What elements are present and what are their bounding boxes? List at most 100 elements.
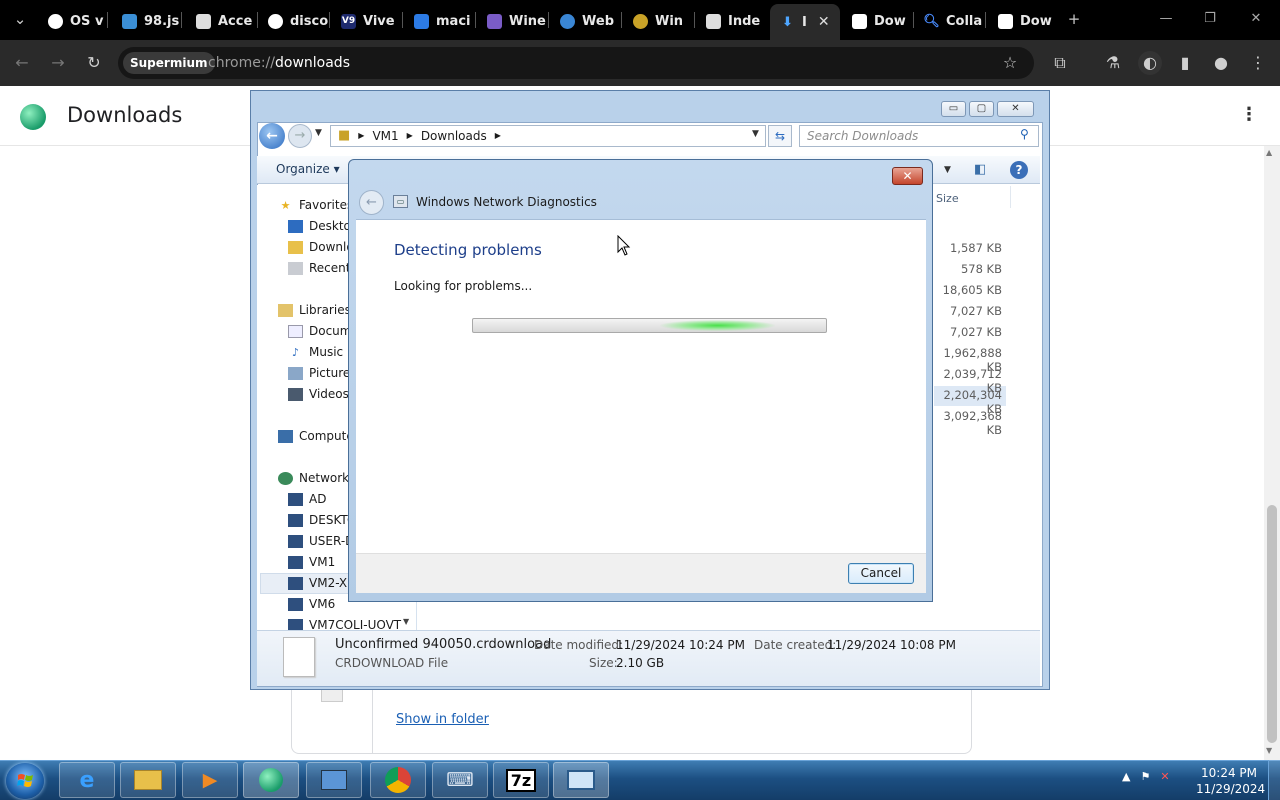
tab-search-button[interactable]: ⌄ [8,6,32,32]
downloads-folder-icon [288,240,303,254]
tab-9[interactable]: Inde [706,8,768,34]
taskbar-remote-desktop[interactable] [553,762,609,798]
tab-3[interactable]: disco [268,8,330,34]
taskbar-7zip[interactable]: 7z [493,762,549,798]
tab-12[interactable]: 🔍︎ Colla [924,8,986,34]
nav-recent[interactable]: Recent [288,261,350,275]
show-desktop-button[interactable] [1268,760,1280,800]
preview-pane-icon[interactable]: ◧ [974,162,986,177]
explorer-back-button[interactable]: ← [259,123,285,149]
taskbar-media-player[interactable]: ▶ [182,762,238,798]
column-header-size[interactable]: Size [936,192,959,205]
explorer-search-input[interactable]: Search Downloads [799,125,1039,147]
address-dropdown-icon[interactable]: ▼ [752,129,759,139]
nav-network[interactable]: Network [278,471,349,485]
breadcrumb-vm1[interactable]: VM1 [372,129,398,143]
cancel-button[interactable]: Cancel [848,563,914,584]
taskbar-control-panel[interactable] [306,762,362,798]
explorer-forward-button[interactable]: → [288,124,312,148]
organize-menu[interactable]: Organize ▾ [276,162,340,176]
action-center-icon[interactable]: ⚑ [1140,770,1150,783]
tab-7[interactable]: Web [560,8,622,34]
show-in-folder-link[interactable]: Show in folder [396,712,489,727]
nav-network-item[interactable]: AD [288,492,326,506]
supermium-icon [259,768,283,792]
page-menu-icon[interactable]: ⋮ [1240,104,1258,125]
profile-extension-icon[interactable]: ◐ [1138,51,1162,75]
nav-favorites[interactable]: ★ Favorites [278,198,354,212]
menu-kebab-icon[interactable]: ⋮ [1246,51,1270,75]
explorer-minimize-button[interactable]: ▭ [941,101,966,117]
help-icon[interactable]: ? [1010,161,1028,179]
explorer-close-button[interactable]: ✕ [997,101,1034,117]
github-icon [48,13,63,29]
documents-icon [288,324,303,338]
extensions-icon[interactable]: ⧉ [1048,51,1072,75]
scroll-down-icon[interactable]: ▼ [1266,746,1272,755]
restore-button[interactable]: ❐ [1190,6,1230,32]
dialog-back-button[interactable]: ← [359,190,384,215]
downloads-logo-icon [20,104,46,130]
nav-network-item[interactable]: USER-D [288,534,354,548]
nav-pictures[interactable]: Pictures [288,366,357,380]
nav-documents[interactable]: Docum [288,324,351,338]
tab-close-icon[interactable]: ✕ [818,14,830,30]
tab-downloads-active[interactable]: ⬇ I ✕ [770,4,840,40]
dialog-status-text: Looking for problems... [394,279,533,293]
nav-network-item[interactable]: DESKTC [288,513,355,527]
scroll-up-icon[interactable]: ▲ [1266,148,1272,157]
explorer-refresh-button[interactable]: ⇆ [768,125,792,147]
dialog-close-button[interactable]: ✕ [892,167,923,185]
mouse-cursor-icon [617,235,631,256]
nav-network-item[interactable]: VM2-XF [288,576,354,590]
recent-pages-dropdown-icon[interactable]: ▼ [315,128,322,138]
reload-button[interactable]: ↻ [82,51,106,75]
details-modified-label: Date modified: [534,638,624,652]
scrollbar-thumb[interactable] [1267,505,1277,743]
close-window-button[interactable]: ✕ [1236,6,1276,32]
account-icon[interactable]: ● [1209,51,1233,75]
views-dropdown-icon[interactable]: ▼ [944,165,951,175]
nav-computer[interactable]: Compute [278,429,354,443]
side-panel-icon[interactable]: ▮ [1173,51,1197,75]
nav-scroll-down-icon[interactable]: ▼ [403,617,409,626]
breadcrumb-downloads[interactable]: Downloads [421,129,487,143]
tab-0[interactable]: OS v [48,8,108,34]
tray-expand-icon[interactable]: ▲ [1122,770,1130,783]
tab-11[interactable]: Dow [852,8,914,34]
tab-2[interactable]: Acce [196,8,258,34]
tab-5[interactable]: maci [414,8,476,34]
url-text[interactable]: chrome://downloads [208,55,350,71]
nav-network-item[interactable]: VM1 [288,555,335,569]
taskbar-file-explorer[interactable] [120,762,176,798]
nav-music[interactable]: ♪ Music [288,345,343,359]
clock[interactable]: 10:24 PM 11/29/2024 [1196,765,1265,797]
unicorn-icon [706,13,721,29]
tab-1[interactable]: 98.js [122,8,182,34]
search-icon: 🔍︎ [924,13,940,29]
search-icon[interactable]: ⚲ [1020,127,1029,141]
back-button[interactable]: ← [10,51,34,75]
forward-button[interactable]: → [46,51,70,75]
tab-6[interactable]: Wine [487,8,549,34]
tab-8[interactable]: Win [633,8,695,34]
desktop-icon [288,219,303,233]
taskbar-chrome[interactable] [370,762,426,798]
taskbar-network-tool[interactable]: ⌨ [432,762,488,798]
nav-libraries[interactable]: Libraries [278,303,351,317]
taskbar-internet-explorer[interactable]: e [59,762,115,798]
nav-downloads[interactable]: Downlo [288,240,354,254]
bookmark-star-icon[interactable]: ☆ [998,51,1022,75]
finder-icon [414,13,429,29]
minimize-button[interactable]: — [1146,6,1186,32]
labs-flask-icon[interactable]: ⚗ [1101,51,1125,75]
tab-4[interactable]: V9 Vive [341,8,403,34]
pictures-icon [288,366,303,380]
nav-videos[interactable]: Videos [288,387,349,401]
volume-muted-icon[interactable]: ✕ [1160,770,1169,783]
new-tab-button[interactable]: + [1062,6,1086,32]
tab-13[interactable]: Dow [998,8,1060,34]
nav-network-item[interactable]: VM6 [288,597,335,611]
explorer-maximize-button[interactable]: ▢ [969,101,994,117]
taskbar-supermium[interactable] [243,762,299,798]
